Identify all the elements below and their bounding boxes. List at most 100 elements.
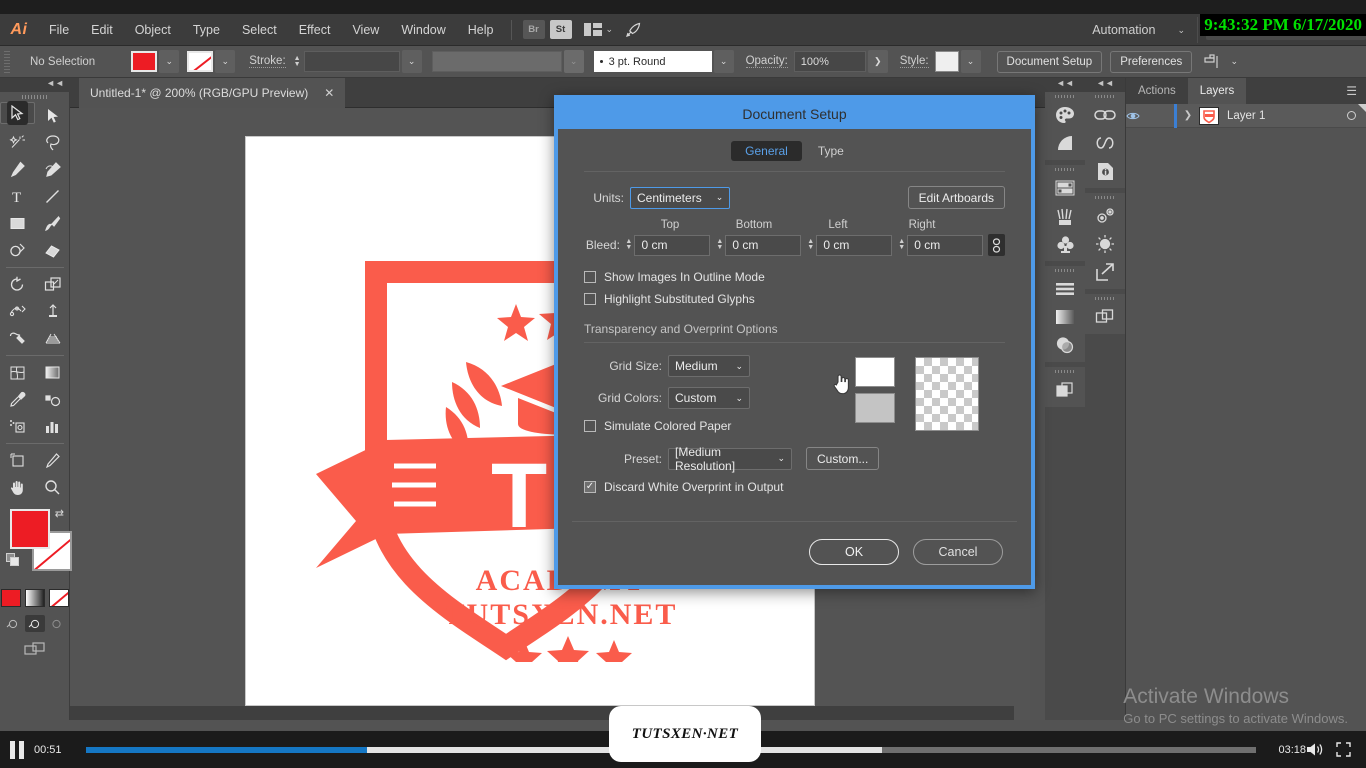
grid-size-select[interactable]: Medium ⌄ bbox=[668, 355, 750, 377]
draw-behind-button[interactable] bbox=[24, 615, 45, 632]
gradient-tool[interactable] bbox=[35, 359, 70, 386]
stroke-weight-chevron-icon[interactable]: ⌄ bbox=[401, 50, 422, 73]
ok-button[interactable]: OK bbox=[809, 539, 899, 565]
arrange-documents-button[interactable]: ⌄ bbox=[583, 23, 613, 36]
appearance-panel-icon[interactable] bbox=[1085, 230, 1125, 258]
fullscreen-icon[interactable] bbox=[1336, 742, 1366, 757]
discard-white-overprint-checkbox[interactable] bbox=[584, 481, 596, 493]
magic-wand-tool[interactable] bbox=[0, 129, 35, 156]
opacity-label[interactable]: Opacity: bbox=[745, 55, 788, 68]
simulate-colored-paper-checkbox[interactable] bbox=[584, 420, 596, 432]
preferences-button[interactable]: Preferences bbox=[1110, 50, 1193, 73]
lasso-tool[interactable] bbox=[35, 129, 70, 156]
dock-group-grip[interactable] bbox=[1085, 92, 1125, 101]
none-mode-button[interactable] bbox=[48, 589, 69, 607]
table-row[interactable]: ❯ Layer 1 bbox=[1126, 103, 1366, 128]
toolbar-fill-swatch[interactable] bbox=[10, 509, 50, 549]
document-setup-button[interactable]: Document Setup bbox=[996, 50, 1103, 73]
color-mode-button[interactable] bbox=[0, 589, 21, 607]
opacity-input[interactable]: 100% bbox=[793, 51, 866, 72]
slice-tool[interactable] bbox=[35, 447, 70, 474]
volume-icon[interactable] bbox=[1306, 742, 1336, 757]
bleed-top-input[interactable]: 0 cm bbox=[634, 234, 710, 256]
line-segment-tool[interactable] bbox=[35, 183, 70, 210]
draw-inside-button[interactable] bbox=[47, 615, 67, 632]
dock-group-grip[interactable] bbox=[1045, 165, 1085, 174]
grid-colors-select[interactable]: Custom ⌄ bbox=[668, 387, 750, 409]
hand-tool[interactable] bbox=[0, 474, 35, 501]
edit-artboards-button[interactable]: Edit Artboards bbox=[907, 186, 1005, 209]
units-select[interactable]: Centimeters ⌄ bbox=[630, 186, 730, 209]
rectangle-tool[interactable] bbox=[0, 210, 35, 237]
dock-group-grip[interactable] bbox=[1085, 193, 1125, 202]
stroke-weight-input[interactable] bbox=[303, 51, 400, 72]
stroke-label[interactable]: Stroke: bbox=[249, 55, 286, 68]
fill-swatch[interactable] bbox=[131, 51, 158, 72]
opacity-flyout-icon[interactable]: ❯ bbox=[867, 50, 888, 73]
grid-color-swatch-light[interactable] bbox=[855, 357, 895, 387]
color-panel-icon[interactable] bbox=[1045, 101, 1085, 129]
document-info-panel-icon[interactable] bbox=[1085, 157, 1125, 185]
preset-select[interactable]: [Medium Resolution] ⌄ bbox=[668, 445, 792, 473]
dock-group-grip[interactable] bbox=[1045, 266, 1085, 275]
variable-width-profile-field[interactable] bbox=[431, 51, 562, 72]
swatches-panel-icon[interactable] bbox=[1045, 174, 1085, 202]
symbols-panel-icon[interactable] bbox=[1045, 230, 1085, 258]
align-options-icon[interactable] bbox=[1204, 53, 1222, 70]
close-icon[interactable]: ✕ bbox=[324, 86, 334, 100]
direct-selection-tool[interactable] bbox=[35, 102, 70, 129]
style-label[interactable]: Style: bbox=[899, 55, 929, 68]
menu-select[interactable]: Select bbox=[231, 14, 288, 46]
tab-layers[interactable]: Layers bbox=[1187, 78, 1247, 104]
menu-file[interactable]: File bbox=[38, 14, 80, 46]
menu-view[interactable]: View bbox=[341, 14, 390, 46]
pathfinder-panel-icon[interactable] bbox=[1045, 376, 1085, 404]
artboards-panel-icon[interactable] bbox=[1085, 303, 1125, 331]
scale-tool[interactable] bbox=[35, 271, 70, 298]
style-chevron-icon[interactable]: ⌄ bbox=[960, 50, 981, 73]
menu-help[interactable]: Help bbox=[457, 14, 505, 46]
shape-builder-tool[interactable] bbox=[0, 325, 35, 352]
brush-definition-chevron-icon[interactable]: ⌄ bbox=[713, 50, 734, 73]
document-tab[interactable]: Untitled-1* @ 200% (RGB/GPU Preview) ✕ bbox=[79, 78, 346, 108]
dock-group-grip[interactable] bbox=[1085, 294, 1125, 303]
panel-menu-icon[interactable]: ☰ bbox=[1337, 78, 1366, 104]
selection-tool[interactable] bbox=[0, 101, 35, 125]
paintbrush-tool[interactable] bbox=[35, 210, 70, 237]
free-transform-tool[interactable] bbox=[35, 298, 70, 325]
change-screen-mode-button[interactable] bbox=[0, 642, 69, 658]
bleed-right-input[interactable]: 0 cm bbox=[907, 234, 983, 256]
tab-actions[interactable]: Actions bbox=[1126, 78, 1188, 104]
stock-button[interactable]: St bbox=[549, 20, 572, 39]
mesh-tool[interactable] bbox=[0, 359, 35, 386]
dock-group-grip[interactable] bbox=[1045, 92, 1085, 101]
chevron-right-icon[interactable]: ❯ bbox=[1177, 110, 1199, 121]
eye-icon[interactable] bbox=[1126, 111, 1152, 121]
rotate-tool[interactable] bbox=[0, 271, 35, 298]
target-circle-icon[interactable] bbox=[1347, 111, 1356, 120]
bleed-bottom-stepper[interactable]: ▲ ▼ bbox=[714, 238, 725, 251]
pause-button[interactable] bbox=[0, 740, 34, 759]
perspective-grid-tool[interactable] bbox=[35, 325, 70, 352]
automation-menu[interactable]: Automation ⌄ bbox=[1080, 23, 1197, 37]
actions-panel-icon[interactable] bbox=[1085, 202, 1125, 230]
menu-type[interactable]: Type bbox=[182, 14, 231, 46]
bleed-bottom-input[interactable]: 0 cm bbox=[725, 234, 801, 256]
blend-tool[interactable] bbox=[35, 386, 70, 413]
eraser-tool[interactable] bbox=[35, 237, 70, 264]
column-graph-tool[interactable] bbox=[35, 413, 70, 440]
dialog-tab-general[interactable]: General bbox=[731, 141, 802, 161]
pen-tool[interactable] bbox=[0, 156, 35, 183]
cc-libraries-panel-icon[interactable] bbox=[1085, 129, 1125, 157]
show-images-outline-checkbox[interactable] bbox=[584, 271, 596, 283]
align-panel-icon[interactable] bbox=[1045, 275, 1085, 303]
grid-color-swatch-dark[interactable] bbox=[855, 393, 895, 423]
swap-fill-stroke-icon[interactable]: ⇄ bbox=[55, 507, 64, 520]
bleed-top-stepper[interactable]: ▲ ▼ bbox=[623, 238, 634, 251]
transparency-panel-icon[interactable] bbox=[1045, 331, 1085, 359]
bleed-left-input[interactable]: 0 cm bbox=[816, 234, 892, 256]
control-bar-grip[interactable] bbox=[4, 50, 10, 73]
fill-dropdown-chevron-icon[interactable]: ⌄ bbox=[159, 50, 180, 73]
stroke-weight-stepper[interactable]: ▲ ▼ bbox=[294, 55, 301, 68]
menu-effect[interactable]: Effect bbox=[288, 14, 342, 46]
